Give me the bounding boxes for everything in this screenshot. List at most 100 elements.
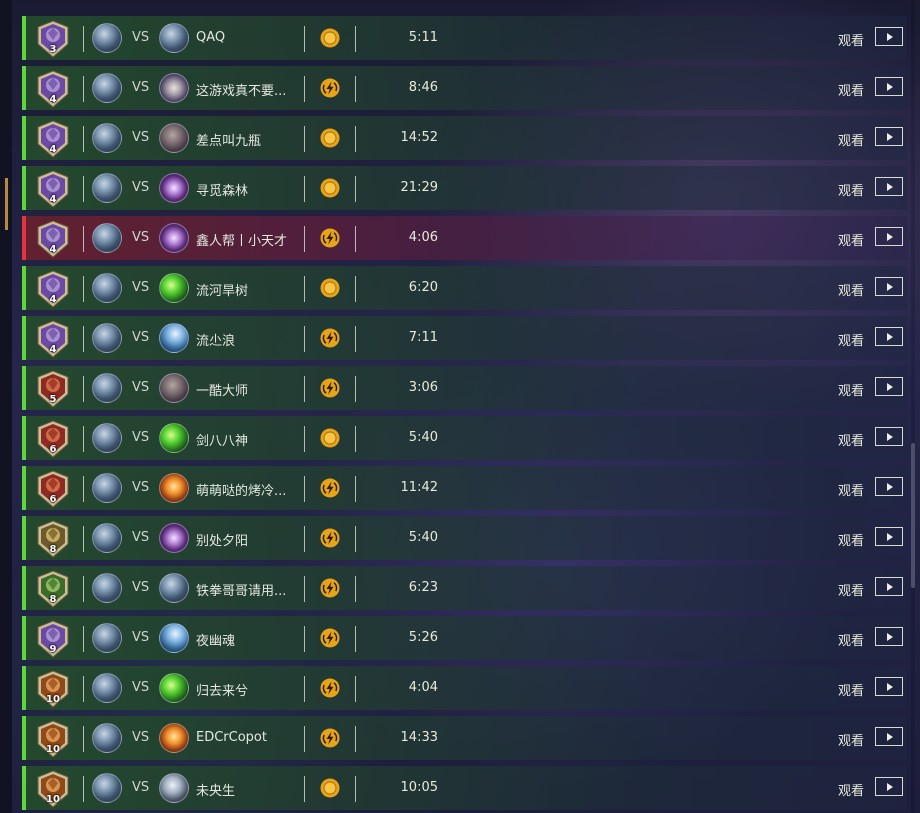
- play-icon[interactable]: [875, 177, 903, 196]
- match-duration: 6:23: [408, 580, 438, 595]
- watch-link[interactable]: 观看: [838, 530, 864, 549]
- play-icon[interactable]: [875, 27, 903, 46]
- turn-icon: [320, 678, 340, 698]
- turn-icon: [320, 378, 340, 398]
- player-avatar: [92, 123, 122, 153]
- divider: [83, 76, 84, 102]
- rank-badge-icon: 10: [36, 770, 70, 808]
- play-icon[interactable]: [875, 477, 903, 496]
- player-avatar: [92, 223, 122, 253]
- scrollbar-thumb[interactable]: [911, 443, 915, 588]
- rank-badge-icon: 4: [36, 320, 70, 358]
- play-icon[interactable]: [875, 527, 903, 546]
- divider: [304, 226, 305, 252]
- divider: [355, 26, 356, 52]
- vs-label: VS: [132, 130, 150, 145]
- watch-link[interactable]: 观看: [838, 30, 864, 49]
- turn-icon: [320, 728, 340, 748]
- opponent-avatar: [159, 773, 189, 803]
- divider: [304, 676, 305, 702]
- watch-link[interactable]: 观看: [838, 580, 864, 599]
- player-avatar: [92, 723, 122, 753]
- divider: [304, 476, 305, 502]
- watch-link[interactable]: 观看: [838, 630, 864, 649]
- opponent-avatar: [159, 523, 189, 553]
- play-icon[interactable]: [875, 127, 903, 146]
- play-icon[interactable]: [875, 777, 903, 796]
- watch-link[interactable]: 观看: [838, 680, 864, 699]
- watch-link[interactable]: 观看: [838, 180, 864, 199]
- play-icon[interactable]: [875, 677, 903, 696]
- rank-number: 3: [49, 44, 57, 55]
- rank-number: 4: [49, 194, 57, 205]
- match-duration: 21:29: [400, 180, 438, 195]
- watch-link[interactable]: 观看: [838, 80, 864, 99]
- divider: [304, 726, 305, 752]
- play-icon[interactable]: [875, 327, 903, 346]
- opponent-avatar: [159, 323, 189, 353]
- divider: [355, 226, 356, 252]
- opponent-name: 差点叫九瓶: [196, 134, 262, 149]
- watch-link[interactable]: 观看: [838, 330, 864, 349]
- divider: [355, 726, 356, 752]
- play-icon[interactable]: [875, 77, 903, 96]
- divider: [83, 326, 84, 352]
- divider: [83, 576, 84, 602]
- opponent-name: 剑八八神: [196, 434, 249, 449]
- play-icon[interactable]: [875, 577, 903, 596]
- left-panel-marker: [5, 178, 8, 230]
- opponent-name: 别处夕阳: [196, 534, 249, 549]
- opponent-name: 这游戏真不要...: [196, 84, 287, 99]
- match-row: 10 VS 未央生 10:05 观看: [22, 766, 907, 810]
- vs-label: VS: [132, 780, 150, 795]
- divider: [304, 776, 305, 802]
- rank-number: 6: [49, 444, 57, 455]
- divider: [83, 276, 84, 302]
- turn-icon: [320, 78, 340, 98]
- vs-label: VS: [132, 730, 150, 745]
- match-row: 4 VS 流尐浪 7:11 观看: [22, 316, 907, 360]
- opponent-name: 寻觅森林: [196, 184, 249, 199]
- turn-icon: [320, 228, 340, 248]
- opponent-name: QAQ: [196, 30, 226, 45]
- watch-link[interactable]: 观看: [838, 380, 864, 399]
- vs-label: VS: [132, 330, 150, 345]
- play-icon[interactable]: [875, 427, 903, 446]
- scrollbar-track[interactable]: [911, 0, 915, 813]
- divider: [83, 126, 84, 152]
- player-avatar: [92, 273, 122, 303]
- watch-link[interactable]: 观看: [838, 130, 864, 149]
- rank-number: 4: [49, 344, 57, 355]
- opponent-name: 鑫人帮丨小天才: [196, 234, 288, 249]
- watch-link[interactable]: 观看: [838, 480, 864, 499]
- watch-link[interactable]: 观看: [838, 230, 864, 249]
- watch-link[interactable]: 观看: [838, 780, 864, 799]
- play-icon[interactable]: [875, 377, 903, 396]
- play-icon[interactable]: [875, 727, 903, 746]
- match-duration: 3:06: [408, 380, 438, 395]
- player-avatar: [92, 573, 122, 603]
- play-icon[interactable]: [875, 627, 903, 646]
- watch-link[interactable]: 观看: [838, 730, 864, 749]
- rank-badge-icon: 10: [36, 670, 70, 708]
- turn-icon: [320, 578, 340, 598]
- vs-label: VS: [132, 30, 150, 45]
- watch-link[interactable]: 观看: [838, 280, 864, 299]
- opponent-avatar: [159, 473, 189, 503]
- vs-label: VS: [132, 480, 150, 495]
- play-icon[interactable]: [875, 277, 903, 296]
- opponent-avatar: [159, 73, 189, 103]
- turn-icon: [320, 528, 340, 548]
- match-row: 8 VS 别处夕阳 5:40 观看: [22, 516, 907, 560]
- vs-label: VS: [132, 580, 150, 595]
- opponent-avatar: [159, 123, 189, 153]
- divider: [355, 626, 356, 652]
- match-duration: 14:52: [400, 130, 438, 145]
- rank-number: 4: [49, 244, 57, 255]
- rank-number: 9: [49, 644, 57, 655]
- divider: [83, 726, 84, 752]
- match-row: 8 VS 铁拳哥哥请用... 6:23 观看: [22, 566, 907, 610]
- watch-link[interactable]: 观看: [838, 430, 864, 449]
- play-icon[interactable]: [875, 227, 903, 246]
- match-row: 4 VS 差点叫九瓶 14:52 观看: [22, 116, 907, 160]
